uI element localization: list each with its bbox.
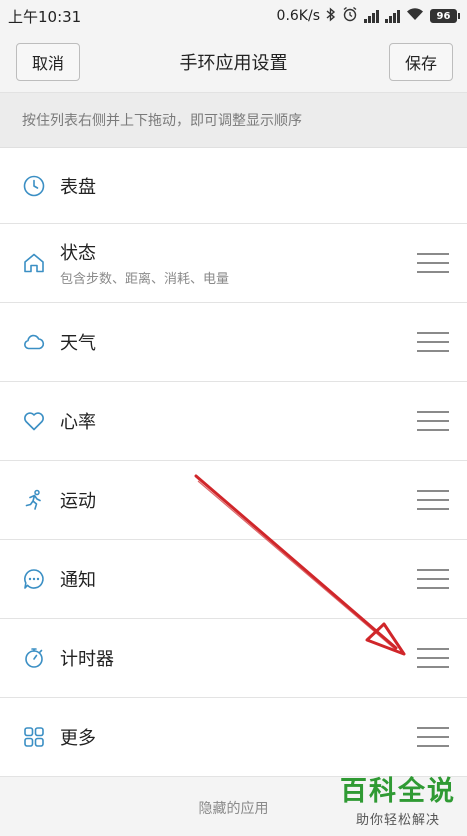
item-label: 运动 — [60, 491, 96, 512]
list-item-timer[interactable]: 计时器 — [0, 619, 467, 698]
drag-handle[interactable] — [417, 490, 449, 510]
drag-hint: 按住列表右侧并上下拖动，即可调整显示顺序 — [0, 92, 467, 147]
watermark: 百科全说 助你轻松解决 — [339, 776, 457, 829]
item-sublabel: 包含步数、距离、消耗、电量 — [60, 272, 230, 287]
list-item-exercise[interactable]: 运动 — [0, 461, 467, 540]
header: 取消 手环应用设置 保存 — [0, 32, 467, 92]
item-label: 状态 — [60, 243, 96, 264]
heart-icon — [22, 409, 46, 433]
item-label: 计时器 — [60, 649, 114, 670]
drag-handle[interactable] — [417, 648, 449, 668]
item-label: 表盘 — [60, 176, 96, 198]
list-item-watchface[interactable]: 表盘 — [0, 148, 467, 224]
watermark-subtitle: 助你轻松解决 — [355, 813, 440, 828]
item-label: 更多 — [60, 728, 96, 749]
list-item-notification[interactable]: 通知 — [0, 540, 467, 619]
cloud-icon — [22, 330, 46, 354]
cancel-button[interactable]: 取消 — [16, 43, 80, 81]
bluetooth-icon — [326, 6, 336, 26]
signal-icon — [385, 9, 400, 23]
item-label: 通知 — [60, 570, 96, 591]
list-item-more[interactable]: 更多 — [0, 698, 467, 777]
battery-icon: 96 — [430, 9, 460, 23]
list-item-status[interactable]: 状态 包含步数、距离、消耗、电量 — [0, 224, 467, 303]
grid-icon — [22, 725, 46, 749]
running-icon — [22, 488, 46, 512]
list-item-heart-rate[interactable]: 心率 — [0, 382, 467, 461]
drag-handle[interactable] — [417, 253, 449, 273]
drag-handle[interactable] — [417, 727, 449, 747]
list-item-weather[interactable]: 天气 — [0, 303, 467, 382]
drag-handle[interactable] — [417, 569, 449, 589]
drag-handle[interactable] — [417, 411, 449, 431]
watermark-title: 百科全说 — [340, 776, 456, 807]
item-label: 天气 — [60, 333, 96, 354]
signal-icon — [364, 9, 379, 23]
save-button[interactable]: 保存 — [389, 43, 453, 81]
network-speed: 0.6K/s — [276, 8, 320, 24]
drag-handle[interactable] — [417, 332, 449, 352]
stopwatch-icon — [22, 646, 46, 670]
item-label: 心率 — [60, 412, 96, 433]
status-right: 0.6K/s 96 — [276, 6, 460, 26]
app-list: 表盘 状态 包含步数、距离、消耗、电量 天气 心率 运动 通知 计时器 更多 — [0, 147, 467, 777]
status-time: 上午10:31 — [8, 7, 82, 26]
alarm-icon — [342, 6, 358, 26]
clock-icon — [22, 174, 46, 198]
status-bar: 上午10:31 0.6K/s 96 — [0, 0, 467, 32]
home-icon — [22, 251, 46, 275]
wifi-icon — [406, 7, 424, 25]
chat-bubble-icon — [22, 567, 46, 591]
